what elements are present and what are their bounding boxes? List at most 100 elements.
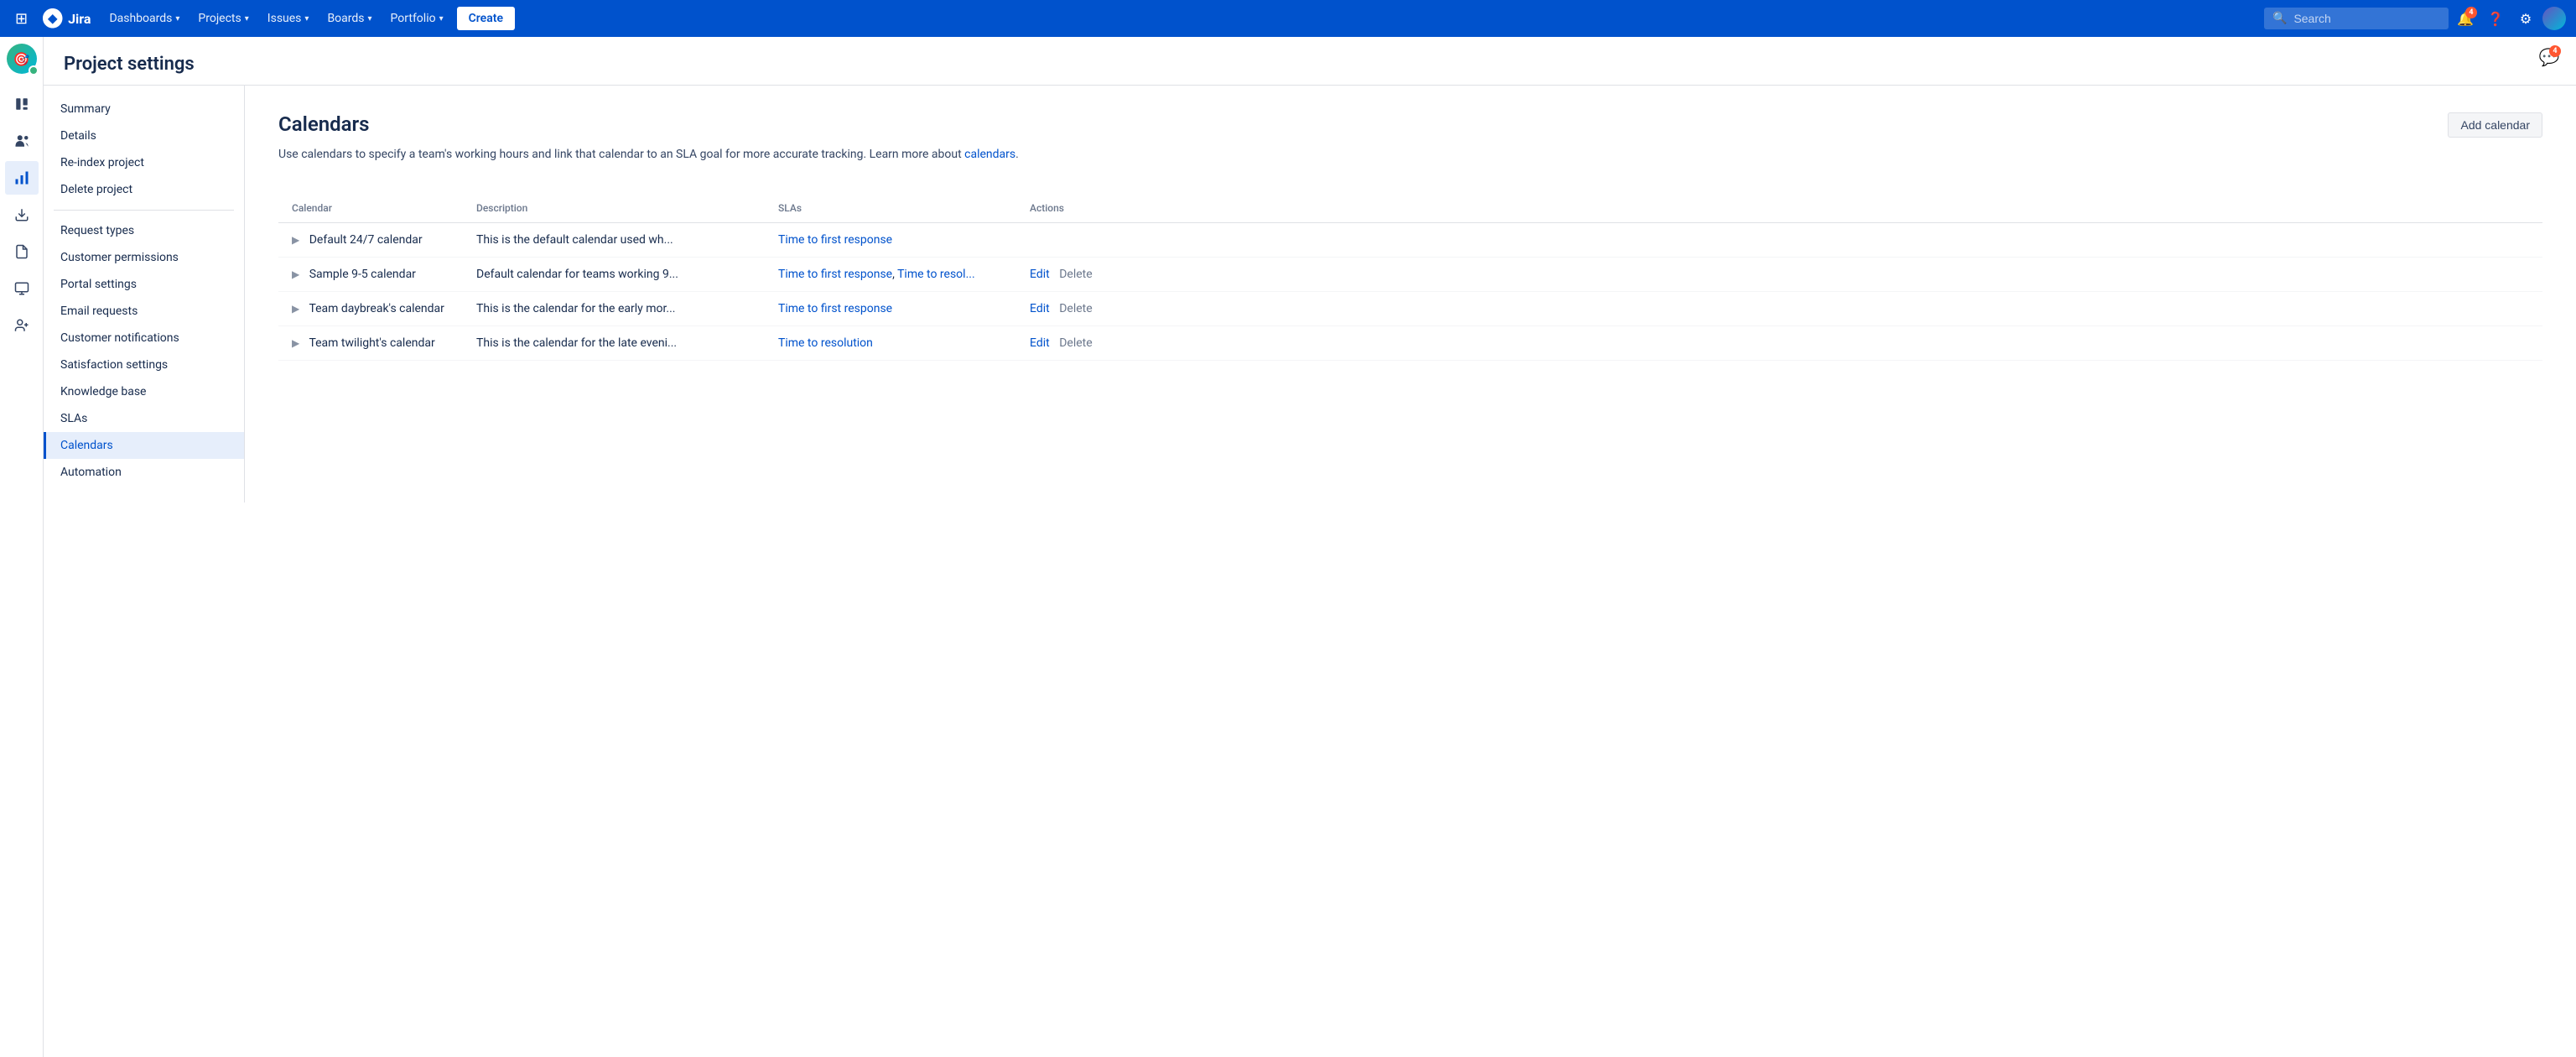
cell-actions-3: Edit Delete (1016, 292, 2542, 326)
sidebar-item-slas[interactable]: SLAs (44, 405, 244, 432)
expand-icon[interactable]: ▶ (292, 268, 299, 280)
chevron-down-icon: ▾ (304, 14, 309, 23)
sidebar-item-calendars[interactable]: Calendars (44, 432, 244, 459)
left-icon-board[interactable] (5, 87, 39, 121)
content-title-group: Calendars Use calendars to specify a tea… (278, 112, 1019, 184)
sidebar-item-reindex[interactable]: Re-index project (44, 149, 244, 176)
chevron-down-icon: ▾ (245, 14, 249, 23)
col-header-actions: Actions (1016, 194, 2542, 223)
notification-badge: 4 (2465, 7, 2477, 18)
left-icon-chart[interactable] (5, 161, 39, 195)
sidebar-item-request-types[interactable]: Request types (44, 217, 244, 244)
table-header-row: Calendar Description SLAs Actions (278, 194, 2542, 223)
help-button[interactable]: ❓ (2482, 5, 2509, 32)
col-header-slas: SLAs (765, 194, 1016, 223)
table-row: ▶ Sample 9-5 calendar Default calendar f… (278, 258, 2542, 292)
chevron-down-icon: ▾ (368, 14, 372, 23)
chat-icon-container: 💬 4 (2536, 44, 2563, 70)
expand-icon[interactable]: ▶ (292, 234, 299, 246)
create-button[interactable]: Create (457, 7, 515, 30)
page-title: Project settings (64, 54, 195, 75)
search-input[interactable] (2293, 12, 2440, 25)
table-body: ▶ Default 24/7 calendar This is the defa… (278, 223, 2542, 361)
sidebar-item-summary[interactable]: Summary (44, 96, 244, 122)
left-icon-download[interactable] (5, 198, 39, 232)
sidebar-item-customer-notifications[interactable]: Customer notifications (44, 325, 244, 351)
edit-button-2[interactable]: Edit (1030, 268, 1050, 281)
nav-boards[interactable]: Boards ▾ (319, 7, 380, 30)
cell-description-2: Default calendar for teams working 9... (463, 258, 765, 292)
content-description: Use calendars to specify a team's workin… (278, 146, 1019, 164)
delete-button-2[interactable]: Delete (1059, 268, 1092, 281)
expand-icon[interactable]: ▶ (292, 303, 299, 315)
settings-button[interactable]: ⚙ (2512, 5, 2539, 32)
left-icon-users-add[interactable] (5, 309, 39, 342)
project-avatar[interactable]: 🎯 (7, 44, 37, 74)
content-area: Project settings 💬 4 Summary Details (44, 37, 2576, 1057)
calendars-link[interactable]: calendars (964, 148, 1015, 161)
chat-button[interactable]: 💬 4 (2536, 44, 2563, 70)
content-title: Calendars (278, 112, 1019, 136)
cell-actions-4: Edit Delete (1016, 326, 2542, 361)
cell-calendar-4: ▶ Team twilight's calendar (278, 326, 463, 361)
sidebar-item-knowledge-base[interactable]: Knowledge base (44, 378, 244, 405)
table-row: ▶ Team daybreak's calendar This is the c… (278, 292, 2542, 326)
sla-link-3-1[interactable]: Time to first response (778, 302, 892, 315)
delete-button-4[interactable]: Delete (1059, 336, 1092, 350)
left-icon-people[interactable] (5, 124, 39, 158)
main-content: Calendars Use calendars to specify a tea… (245, 86, 2576, 502)
sla-link-2-2[interactable]: Time to resol... (897, 268, 975, 281)
sidebar-item-delete[interactable]: Delete project (44, 176, 244, 203)
sidebar-item-satisfaction-settings[interactable]: Satisfaction settings (44, 351, 244, 378)
table-header: Calendar Description SLAs Actions (278, 194, 2542, 223)
expand-icon[interactable]: ▶ (292, 337, 299, 349)
left-icon-sidebar: 🎯 (0, 37, 44, 1057)
cell-slas-2: Time to first response, Time to resol... (765, 258, 1016, 292)
nav-portfolio[interactable]: Portfolio ▾ (382, 7, 452, 30)
jira-logo[interactable]: Jira (36, 8, 97, 29)
sla-link-2-1[interactable]: Time to first response (778, 268, 892, 281)
search-icon: 🔍 (2272, 12, 2287, 25)
cell-description-3: This is the calendar for the early mor..… (463, 292, 765, 326)
sidebar-item-details[interactable]: Details (44, 122, 244, 149)
cell-calendar-1: ▶ Default 24/7 calendar (278, 223, 463, 258)
table-row: ▶ Default 24/7 calendar This is the defa… (278, 223, 2542, 258)
sla-link-4-1[interactable]: Time to resolution (778, 336, 873, 350)
logo-text: Jira (68, 11, 91, 27)
search-bar[interactable]: 🔍 (2264, 8, 2449, 29)
nav-issues[interactable]: Issues ▾ (259, 7, 318, 30)
nav-dashboards[interactable]: Dashboards ▾ (101, 7, 188, 30)
col-header-description: Description (463, 194, 765, 223)
sidebar-item-customer-permissions[interactable]: Customer permissions (44, 244, 244, 271)
cell-calendar-3: ▶ Team daybreak's calendar (278, 292, 463, 326)
cell-slas-3: Time to first response (765, 292, 1016, 326)
sidebar-item-portal-settings[interactable]: Portal settings (44, 271, 244, 298)
settings-sidebar: Summary Details Re-index project Delete … (44, 86, 245, 502)
main-layout: Project settings 💬 4 Summary Details (44, 37, 2576, 1057)
top-navigation: ⊞ Jira Dashboards ▾ Projects ▾ Issues ▾ … (0, 0, 2576, 37)
content-header: Calendars Use calendars to specify a tea… (278, 112, 2542, 184)
chevron-down-icon: ▾ (439, 14, 444, 23)
avatar-status-badge (29, 65, 39, 76)
chevron-down-icon: ▾ (175, 14, 179, 23)
sidebar-item-email-requests[interactable]: Email requests (44, 298, 244, 325)
cell-actions-1 (1016, 223, 2542, 258)
sla-link-1-1[interactable]: Time to first response (778, 233, 892, 247)
left-icon-document[interactable] (5, 235, 39, 268)
edit-button-4[interactable]: Edit (1030, 336, 1050, 350)
sidebar-divider-1 (54, 210, 234, 211)
user-avatar[interactable] (2542, 7, 2566, 30)
left-icon-monitor[interactable] (5, 272, 39, 305)
page-header: Project settings 💬 4 (44, 37, 2576, 85)
notifications-button[interactable]: 🔔 4 (2452, 5, 2479, 32)
col-header-calendar: Calendar (278, 194, 463, 223)
grid-icon[interactable]: ⊞ (10, 5, 33, 33)
nav-icons: 🔔 4 ❓ ⚙ (2452, 5, 2566, 32)
edit-button-3[interactable]: Edit (1030, 302, 1050, 315)
nav-projects[interactable]: Projects ▾ (190, 7, 257, 30)
sidebar-item-automation[interactable]: Automation (44, 459, 244, 486)
delete-button-3[interactable]: Delete (1059, 302, 1092, 315)
cell-actions-2: Edit Delete (1016, 258, 2542, 292)
add-calendar-button[interactable]: Add calendar (2448, 112, 2542, 138)
cell-description-1: This is the default calendar used wh... (463, 223, 765, 258)
